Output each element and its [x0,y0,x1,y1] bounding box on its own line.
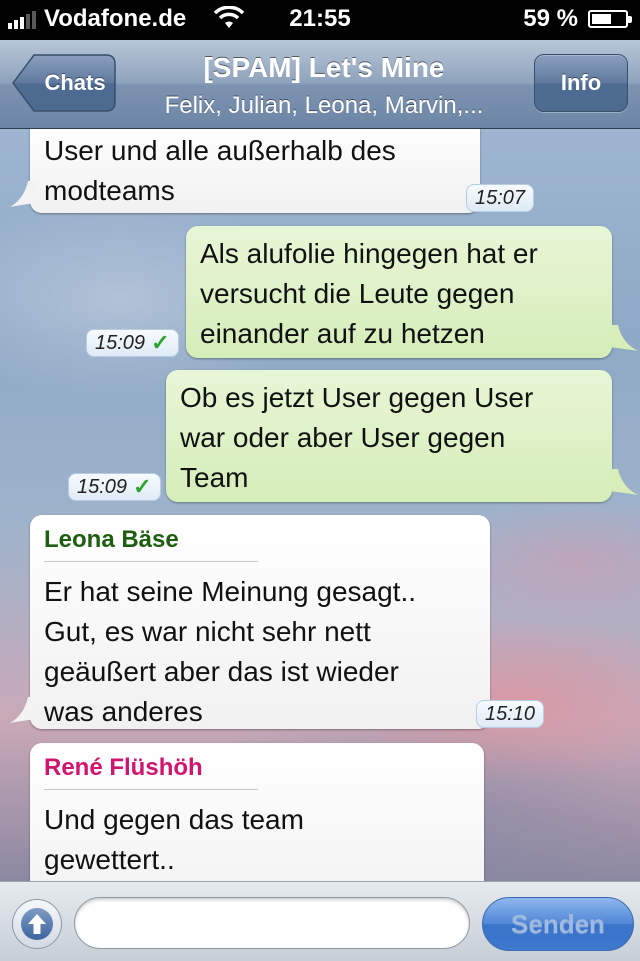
message-timestamp: 15:07 [466,184,535,212]
battery-charging-icon [588,10,632,28]
sender-divider [44,561,258,562]
message-timestamp: 15:10 [476,700,545,728]
battery-percent: 59 % [523,5,578,32]
chat-title: [SPAM] Let's Mine [203,52,445,83]
checkmark-icon: ✓ [133,474,152,499]
message-bubble-incoming[interactable]: User und alle außerhalb des modteams [30,129,480,213]
bubble-tail-incoming [10,181,36,207]
bubble-tail-incoming [10,697,36,723]
attach-button[interactable] [12,899,62,949]
bubble-tail-outgoing [608,325,638,351]
message-text: User und alle außerhalb des modteams [44,135,396,206]
bubble-tail-outgoing [608,469,638,495]
checkmark-icon: ✓ [151,330,170,355]
sender-name[interactable]: Leona Bäse [44,523,476,557]
message-text: Als alufolie hingegen hat er versucht die… [200,238,538,349]
message-text: Und gegen das team gewettert.. [44,804,304,875]
back-to-chats-button[interactable]: Chats [12,54,116,112]
message-bubble-incoming[interactable]: René Flüshöh Und gegen das team gewettert… [30,743,484,881]
navigation-bar: Chats [SPAM] Let's Mine Felix, Julian, L… [0,40,640,129]
message-input-bar: Senden [0,881,640,961]
sender-divider [44,789,258,790]
message-text: Ob es jetzt User gegen User war oder aber… [180,382,534,493]
send-button[interactable]: Senden [482,897,634,951]
message-bubble-outgoing[interactable]: Als alufolie hingegen hat er versucht die… [186,226,612,358]
message-timestamp: 15:09 ✓ [86,329,179,357]
message-bubble-incoming[interactable]: Leona Bäse Er hat seine Meinung gesagt..… [30,515,490,729]
message-list[interactable]: User und alle außerhalb des modteams 15:0… [0,129,640,881]
sender-name[interactable]: René Flüshöh [44,751,470,785]
info-button[interactable]: Info [534,54,628,112]
message-timestamp: 15:09 ✓ [68,473,161,501]
arrow-up-circle-icon [21,908,53,940]
message-text: Er hat seine Meinung gesagt.. Gut, es war… [44,576,417,727]
message-bubble-outgoing[interactable]: Ob es jetzt User gegen User war oder aber… [166,370,612,502]
back-button-label: Chats [44,70,106,95]
status-bar: Vodafone.de 21:55 59 % [0,0,640,40]
message-input[interactable] [74,897,470,949]
chat-participants[interactable]: Felix, Julian, Leona, Marvin,... [124,92,524,120]
